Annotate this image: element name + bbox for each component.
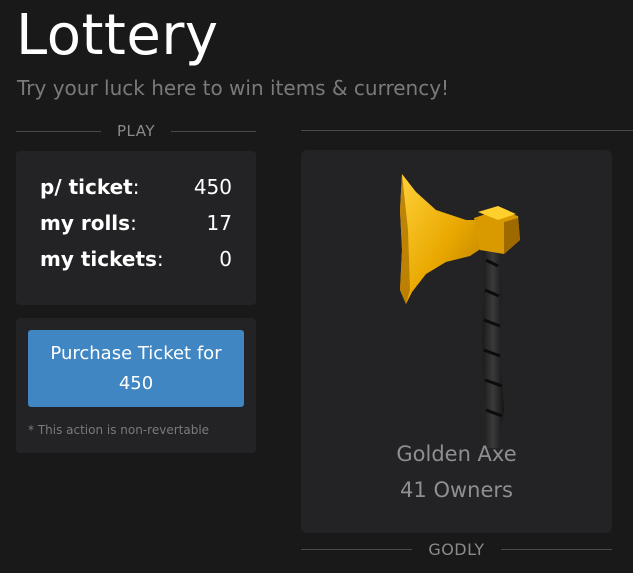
divider-line bbox=[16, 130, 101, 132]
purchase-button-price: 450 bbox=[118, 372, 154, 394]
item-card[interactable]: Golden Axe 41 Owners bbox=[301, 150, 612, 533]
stats-panel: p/ ticket: 450 my rolls: 17 my tickets: … bbox=[16, 151, 256, 305]
golden-axe-icon bbox=[400, 174, 520, 448]
stat-value-tickets: 0 bbox=[219, 247, 232, 271]
play-divider: PLAY bbox=[16, 120, 257, 142]
divider-line bbox=[171, 130, 257, 132]
purchase-button-label: Purchase Ticket for bbox=[50, 342, 222, 364]
disclaimer-text: * This action is non-revertable bbox=[28, 423, 210, 437]
stat-row-rolls: my rolls: 17 bbox=[40, 211, 232, 235]
item-owners: 41 Owners bbox=[400, 478, 513, 502]
rarity-divider: GODLY bbox=[301, 538, 612, 560]
divider-line bbox=[301, 548, 413, 550]
item-name: Golden Axe bbox=[396, 442, 517, 466]
stat-label-price: p/ ticket bbox=[40, 175, 133, 199]
item-divider-line bbox=[301, 130, 633, 131]
rarity-label: GODLY bbox=[428, 539, 485, 559]
purchase-ticket-button[interactable]: Purchase Ticket for 450 bbox=[28, 330, 244, 407]
stat-row-price: p/ ticket: 450 bbox=[40, 175, 232, 199]
play-divider-label: PLAY bbox=[117, 122, 156, 140]
page-subtitle: Try your luck here to win items & curren… bbox=[17, 76, 450, 100]
divider-line bbox=[500, 548, 612, 550]
stat-label-tickets: my tickets bbox=[40, 247, 157, 271]
stat-label-rolls: my rolls bbox=[40, 211, 131, 235]
page-title: Lottery bbox=[16, 3, 219, 68]
stat-row-tickets: my tickets: 0 bbox=[40, 247, 232, 271]
purchase-panel: Purchase Ticket for 450 * This action is… bbox=[16, 318, 256, 453]
stat-value-price: 450 bbox=[193, 175, 232, 199]
stat-value-rolls: 17 bbox=[206, 211, 232, 235]
